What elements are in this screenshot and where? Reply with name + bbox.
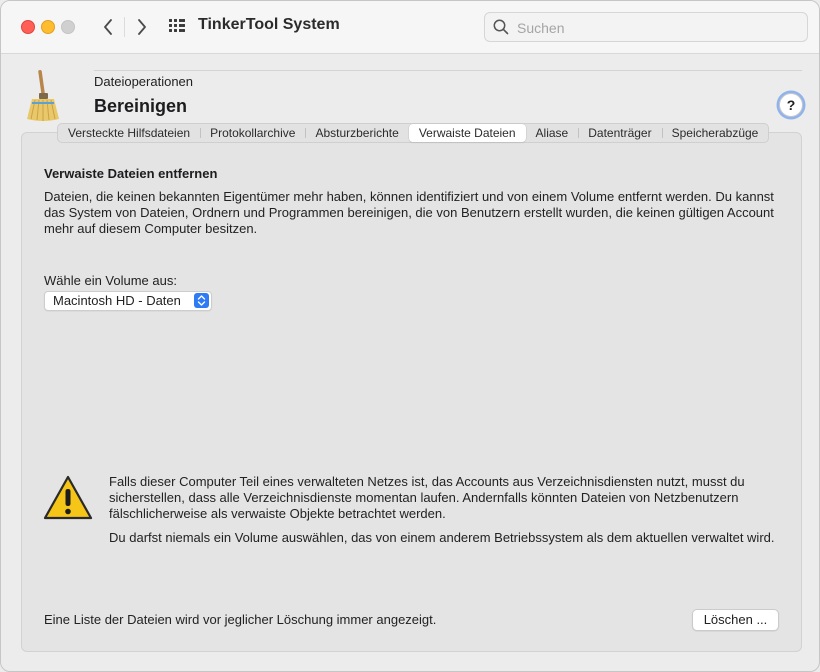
description-text: Dateien, die keinen bekannten Eigentümer… (44, 189, 774, 236)
content-title: Verwaiste Dateien entfernen (44, 166, 218, 181)
close-button[interactable] (21, 20, 35, 34)
warning-paragraph-os: Du darfst niemals ein Volume auswählen, … (109, 530, 775, 545)
footer-note: Eine Liste der Dateien wird vor jegliche… (44, 612, 437, 627)
search-input[interactable] (515, 17, 799, 39)
broom-icon (27, 69, 59, 121)
tab-log-archives[interactable]: Protokollarchive (200, 124, 305, 142)
minimize-button[interactable] (41, 20, 55, 34)
tab-memory-dumps[interactable]: Speicherabzüge (661, 124, 769, 142)
warning-icon (43, 475, 93, 520)
updown-arrows-icon (194, 293, 209, 308)
app-title: TinkerTool System (198, 16, 340, 33)
app-grid-icon[interactable] (169, 19, 185, 35)
nav-separator (124, 17, 125, 37)
forward-button[interactable] (131, 15, 153, 39)
toolbar: TinkerTool System (1, 1, 819, 54)
volume-selected-value: Macintosh HD - Daten (53, 293, 181, 308)
tab-aliases[interactable]: Aliase (526, 124, 579, 142)
delete-button[interactable]: Löschen ... (692, 609, 779, 631)
chevron-left-icon (104, 19, 112, 35)
volume-popup[interactable]: Macintosh HD - Daten (44, 291, 212, 311)
warning-text: Falls dieser Computer Teil eines verwalt… (109, 474, 789, 554)
zoom-button[interactable] (61, 20, 75, 34)
search-field[interactable] (484, 12, 808, 42)
back-button[interactable] (97, 15, 119, 39)
warning-paragraph-network: Falls dieser Computer Teil eines verwalt… (109, 474, 745, 521)
search-icon (493, 19, 509, 35)
tab-volumes[interactable]: Datenträger (578, 124, 661, 142)
section-label: Dateioperationen (94, 74, 194, 89)
tab-crash-reports[interactable]: Absturzberichte (305, 124, 408, 142)
header-divider (94, 70, 802, 71)
tab-hidden-helper-files[interactable]: Versteckte Hilfsdateien (58, 124, 200, 142)
tab-bar: Versteckte Hilfsdateien Protokollarchive… (57, 123, 770, 143)
page-title: Bereinigen (94, 96, 188, 116)
app-window: TinkerTool System Dateioperationen Berei… (0, 0, 820, 672)
chevron-right-icon (138, 19, 146, 35)
help-button[interactable]: ? (779, 93, 803, 117)
tab-orphaned-files[interactable]: Verwaiste Dateien (408, 124, 526, 142)
volume-label: Wähle ein Volume aus: (44, 273, 177, 288)
